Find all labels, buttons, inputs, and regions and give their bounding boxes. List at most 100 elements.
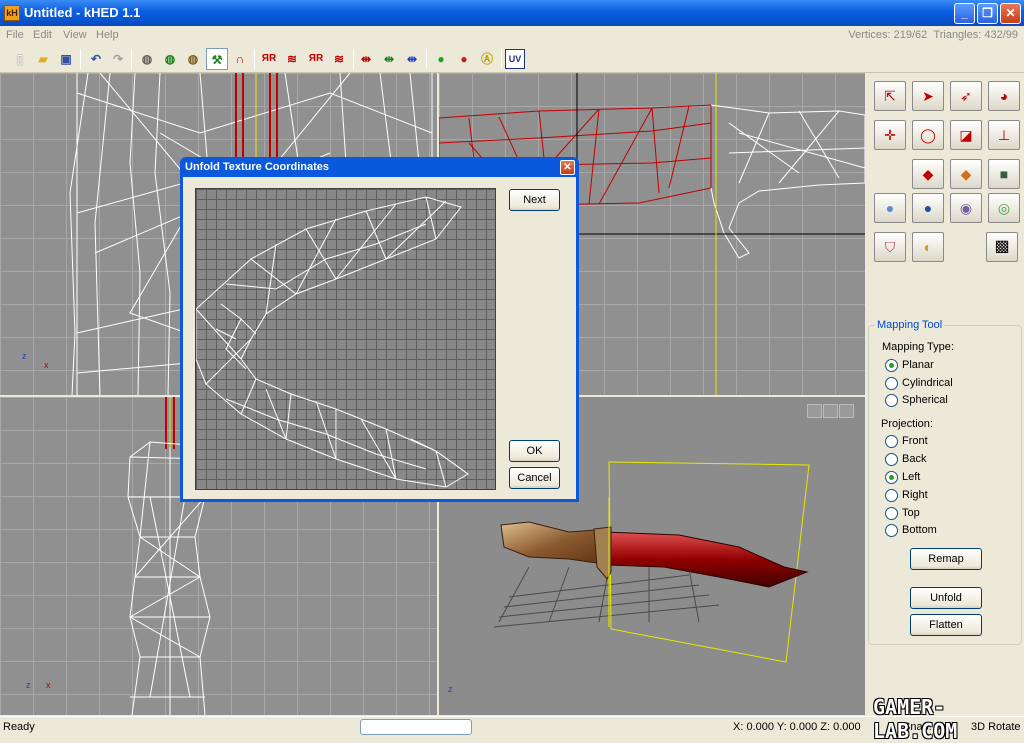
app-icon: kH <box>4 5 20 21</box>
select-vertex-icon[interactable]: ⇱ <box>874 81 906 111</box>
toolbar-separator <box>353 49 354 69</box>
scale-z-icon[interactable]: ⇹ <box>401 48 423 70</box>
coordinates-readout: X: 0.000 Y: 0.000 Z: 0.000 <box>733 721 861 733</box>
axis-x-label: x <box>46 680 51 690</box>
select-circle-icon[interactable]: ◕ <box>988 81 1020 111</box>
vertices-count: Vertices: 219/62 <box>848 29 928 41</box>
scale-y-icon[interactable]: ⇹ <box>378 48 400 70</box>
radio-back[interactable] <box>885 453 898 466</box>
create-sphere-icon[interactable]: ● <box>912 193 944 223</box>
new-file-icon[interactable]: ▯ <box>9 48 31 70</box>
restore-button[interactable]: ❐ <box>977 3 998 24</box>
toolbar: ▯ ▰ ▣ ↶ ↷ ◍ ◍ ◍ ⚒ ∩ ЯR ≋ ЯR ≋ ⇹ ⇹ ⇹ ● ● … <box>0 45 1024 73</box>
unfold-button[interactable]: Unfold <box>910 587 982 609</box>
undo-icon[interactable]: ↶ <box>85 48 107 70</box>
create-cube-icon[interactable]: ■ <box>988 159 1020 189</box>
radio-label: Back <box>902 453 927 465</box>
create-face-icon[interactable]: ◆ <box>912 159 944 189</box>
toolbar-separator <box>426 49 427 69</box>
radio-label: Bottom <box>902 524 937 536</box>
cancel-button[interactable]: Cancel <box>509 467 560 489</box>
merge-icon[interactable]: ◍ <box>159 48 181 70</box>
ok-button[interactable]: OK <box>509 440 560 462</box>
rotate-icon[interactable]: ◯ <box>912 120 944 150</box>
dialog-close-button[interactable]: ✕ <box>560 160 575 175</box>
projection-label: Projection: <box>881 418 933 430</box>
pivot-icon[interactable]: ⊥ <box>988 120 1020 150</box>
create-plane-icon[interactable]: ◆ <box>950 159 982 189</box>
radio-label: Right <box>902 489 928 501</box>
checker-texture-icon[interactable]: ▩ <box>986 232 1018 262</box>
unfold-dialog: Unfold Texture Coordinates ✕ Next OK Can… <box>180 157 579 502</box>
minimize-button[interactable]: _ <box>954 3 975 24</box>
radio-label: Spherical <box>902 394 948 406</box>
radio-label: Top <box>902 507 920 519</box>
uv-wireframe <box>196 196 469 488</box>
create-geosphere-icon[interactable]: ◉ <box>950 193 982 223</box>
redo-icon[interactable]: ↷ <box>107 48 129 70</box>
radio-front[interactable] <box>885 435 898 448</box>
dialog-title: Unfold Texture Coordinates <box>185 161 330 173</box>
radio-top[interactable] <box>885 507 898 520</box>
create-torus-icon[interactable]: ◎ <box>988 193 1020 223</box>
toolbar-separator <box>254 49 255 69</box>
radio-spherical[interactable] <box>885 394 898 407</box>
open-folder-icon[interactable]: ▰ <box>32 48 54 70</box>
tool-panel: ⇱ ➤ ➶ ◕ ✛ ◯ ◪ ⊥ ◆ ◆ ■ ● ● ◉ ◎ ⛉ ◐ ▩ Mapp… <box>866 73 1024 715</box>
group-icon[interactable]: ● <box>430 48 452 70</box>
radio-bottom[interactable] <box>885 524 898 537</box>
watermark-logo: GAMER-LAB.COM <box>873 695 958 743</box>
menu-bar: File Edit View Help Vertices: 219/62 Tri… <box>0 26 1024 45</box>
axis-z-label: z <box>22 351 27 361</box>
menu-file[interactable]: File <box>6 29 24 41</box>
status-bar: Ready X: 0.000 Y: 0.000 Z: 0.000 Snap: 5… <box>0 716 1024 738</box>
ungroup-icon[interactable]: ● <box>453 48 475 70</box>
next-button[interactable]: Next <box>509 189 560 211</box>
create-cylinder-icon[interactable]: ⛉ <box>874 232 906 262</box>
import-icon[interactable]: ◍ <box>136 48 158 70</box>
close-button[interactable]: ✕ <box>1000 3 1021 24</box>
menu-edit[interactable]: Edit <box>33 29 52 41</box>
radio-left[interactable] <box>885 471 898 484</box>
select-arrow-icon[interactable]: ➤ <box>912 81 944 111</box>
radio-label: Cylindrical <box>902 377 953 389</box>
scale-icon[interactable]: ◪ <box>950 120 982 150</box>
radio-planar[interactable] <box>885 359 898 372</box>
axis-z-label: z <box>448 684 453 694</box>
axis-x-label: x <box>44 360 49 370</box>
export-icon[interactable]: ◍ <box>182 48 204 70</box>
menu-view[interactable]: View <box>63 29 87 41</box>
uv-canvas[interactable] <box>195 188 496 490</box>
radio-label: Left <box>902 471 921 483</box>
menu-help[interactable]: Help <box>96 29 119 41</box>
move-icon[interactable]: ✛ <box>874 120 906 150</box>
flip-icon[interactable]: ≋ <box>328 48 350 70</box>
mapping-type-label: Mapping Type: <box>882 341 954 353</box>
radio-label: Planar <box>902 359 934 371</box>
mirror-x-icon[interactable]: ЯR <box>258 48 280 70</box>
remap-button[interactable]: Remap <box>910 548 982 570</box>
wrench-icon[interactable]: ⚒ <box>206 48 228 70</box>
radio-cylindrical[interactable] <box>885 377 898 390</box>
triangles-count: Triangles: 432/99 <box>933 29 1018 41</box>
mirror-z-icon[interactable]: ЯR <box>305 48 327 70</box>
flatten-button[interactable]: Flatten <box>910 614 982 636</box>
save-icon[interactable]: ▣ <box>55 48 77 70</box>
window-title: Untitled - kHED 1.1 <box>24 5 141 20</box>
uv-editor-icon[interactable]: UV <box>505 49 525 69</box>
mapping-tool-group: Mapping Tool Mapping Type: Planar Cylind… <box>868 319 1022 645</box>
magnet-icon[interactable]: ∩ <box>229 48 251 70</box>
select-group-icon[interactable]: ➶ <box>950 81 982 111</box>
animation-icon[interactable]: Ⓐ <box>476 48 498 70</box>
radio-label: Front <box>902 435 928 447</box>
status-text: Ready <box>3 721 35 733</box>
mesh-stats: Vertices: 219/62 Triangles: 432/99 <box>848 29 1018 41</box>
radio-right[interactable] <box>885 489 898 502</box>
toolbar-separator <box>501 49 502 69</box>
scale-x-icon[interactable]: ⇹ <box>355 48 377 70</box>
create-cone-icon[interactable]: ◐ <box>912 232 944 262</box>
mirror-y-icon[interactable]: ≋ <box>281 48 303 70</box>
axis-z-label: z <box>26 680 31 690</box>
create-disc-icon[interactable]: ● <box>874 193 906 223</box>
dialog-body: Next OK Cancel <box>183 177 576 499</box>
